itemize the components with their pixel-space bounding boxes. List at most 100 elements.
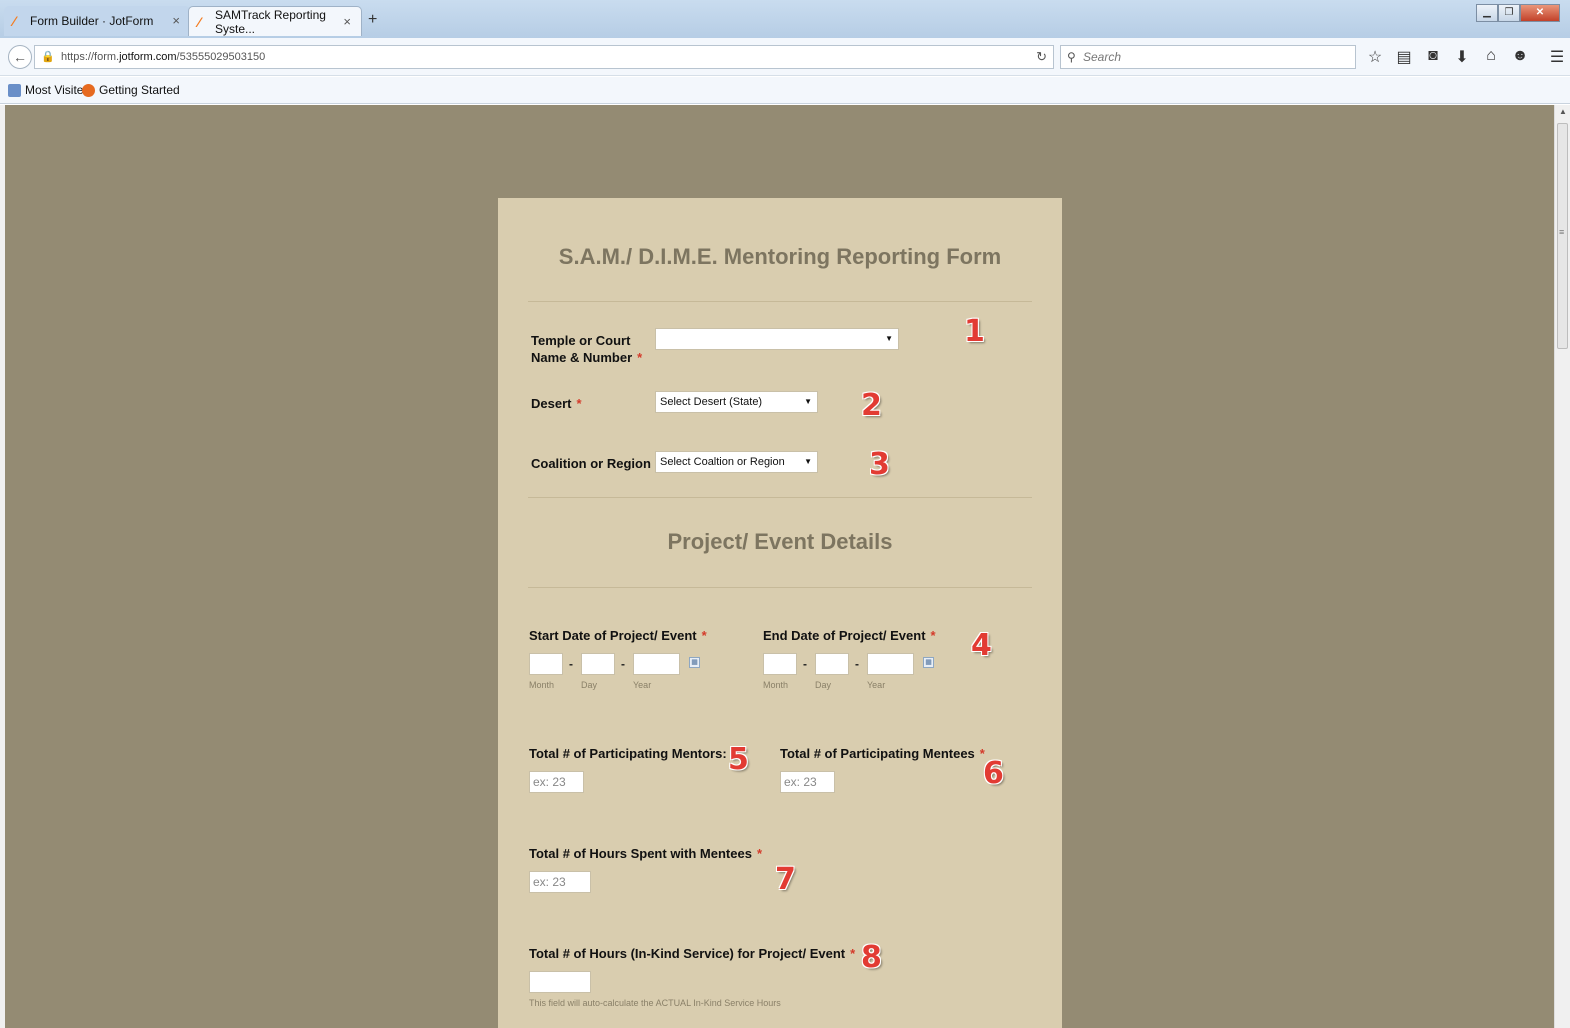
required-mark: * xyxy=(637,350,643,365)
required-mark: * xyxy=(576,396,582,411)
close-window-icon[interactable]: ✕ xyxy=(1520,4,1560,22)
annotation-number: 3 xyxy=(869,447,890,482)
calendar-icon[interactable]: ▦ xyxy=(689,657,700,668)
folder-icon xyxy=(8,83,21,97)
temple-label-line1: Temple or Court xyxy=(531,333,631,348)
hours-placeholder: ex: 23 xyxy=(533,875,566,889)
date-separator: - xyxy=(569,657,573,671)
vertical-scrollbar[interactable]: ▲ ≡ xyxy=(1554,105,1570,1028)
restore-icon[interactable]: ❐ xyxy=(1498,4,1520,22)
annotation-number: 7 xyxy=(775,862,796,897)
required-mark: * xyxy=(850,946,856,961)
bookmark-getting-started[interactable]: Getting Started xyxy=(82,83,180,97)
temple-label-line2: Name & Number xyxy=(531,350,633,365)
pocket-icon[interactable]: ◙ xyxy=(1424,47,1442,67)
toolbar-icons: ☆ ▤ ◙ ⬇ ⌂ ☻ ☰ xyxy=(1366,47,1566,67)
search-input[interactable]: ⚲ Search xyxy=(1060,45,1356,69)
mentees-label-text: Total # of Participating Mentees xyxy=(780,746,975,761)
mentors-label-text: Total # of Participating Mentors: xyxy=(529,746,727,761)
start-day-input[interactable] xyxy=(581,653,615,675)
end-date-label: End Date of Project/ Event * xyxy=(763,627,936,644)
jotform-icon: ⁄ xyxy=(13,13,16,29)
inkind-help-text: This field will auto-calculate the ACTUA… xyxy=(529,998,781,1008)
day-sublabel: Day xyxy=(581,680,598,690)
annotation-number: 4 xyxy=(971,628,992,663)
end-date-label-text: End Date of Project/ Event xyxy=(763,628,926,643)
year-sublabel: Year xyxy=(867,680,886,690)
year-sublabel: Year xyxy=(633,680,652,690)
bookmark-most-visited[interactable]: Most Visited xyxy=(8,83,90,97)
inkind-label-text: Total # of Hours (In-Kind Service) for P… xyxy=(529,946,846,961)
reload-icon[interactable]: ↻ xyxy=(1036,46,1047,68)
required-mark: * xyxy=(701,628,707,643)
required-mark: * xyxy=(930,628,936,643)
tab-label: SAMTrack Reporting Syste... xyxy=(215,7,326,36)
firefox-icon xyxy=(82,83,95,97)
home-icon[interactable]: ⌂ xyxy=(1482,47,1500,67)
reading-list-icon[interactable]: ▤ xyxy=(1395,47,1413,67)
window-controls: ▁ ❐ ✕ xyxy=(1476,4,1560,22)
coalition-select-value: Select Coaltion or Region xyxy=(660,456,785,468)
start-date-label-text: Start Date of Project/ Event xyxy=(529,628,697,643)
search-placeholder: Search xyxy=(1083,50,1122,64)
temple-select[interactable]: ▼ xyxy=(655,328,899,350)
divider xyxy=(528,301,1032,302)
start-year-input[interactable] xyxy=(633,653,680,675)
annotation-number: 5 xyxy=(728,742,749,777)
coalition-label: Coalition or Region* xyxy=(531,455,661,472)
month-sublabel: Month xyxy=(529,680,555,690)
desert-select-value: Select Desert (State) xyxy=(660,396,763,408)
dropdown-arrow-icon: ▼ xyxy=(804,397,812,406)
mentees-placeholder: ex: 23 xyxy=(784,775,817,789)
hours-label-text: Total # of Hours Spent with Mentees xyxy=(529,846,752,861)
end-year-input[interactable] xyxy=(867,653,914,675)
jotform-icon: ⁄ xyxy=(198,14,201,30)
day-sublabel: Day xyxy=(815,680,832,690)
hours-label: Total # of Hours Spent with Mentees * xyxy=(529,845,762,862)
desert-select[interactable]: Select Desert (State) ▼ xyxy=(655,391,818,413)
mentors-input[interactable]: ex: 23 xyxy=(529,771,584,793)
temple-label: Temple or Court Name & Number * xyxy=(531,332,642,366)
back-arrow-icon[interactable]: ← xyxy=(8,45,32,69)
hours-input[interactable]: ex: 23 xyxy=(529,871,591,893)
tab-form-builder[interactable]: ⁄ Form Builder · JotForm × xyxy=(4,6,190,36)
chat-icon[interactable]: ☻ xyxy=(1511,47,1529,67)
coalition-select[interactable]: Select Coaltion or Region ▼ xyxy=(655,451,818,473)
bookmark-star-icon[interactable]: ☆ xyxy=(1366,47,1384,67)
menu-icon[interactable]: ☰ xyxy=(1548,47,1566,67)
scroll-up-icon[interactable]: ▲ xyxy=(1559,107,1567,116)
tab-samtrack[interactable]: ⁄ SAMTrack Reporting Syste... × xyxy=(188,6,362,36)
end-day-input[interactable] xyxy=(815,653,849,675)
section-title: Project/ Event Details xyxy=(667,529,893,554)
tab-label: Form Builder · JotForm xyxy=(30,14,154,28)
lock-icon: 🔒 xyxy=(41,51,55,63)
start-date-label: Start Date of Project/ Event * xyxy=(529,627,707,644)
close-icon[interactable]: × xyxy=(172,13,180,28)
url-path: /53555029503150 xyxy=(176,51,266,63)
divider xyxy=(528,497,1032,498)
end-month-input[interactable] xyxy=(763,653,797,675)
close-icon[interactable]: × xyxy=(343,14,351,29)
date-separator: - xyxy=(803,657,807,671)
start-month-input[interactable] xyxy=(529,653,563,675)
required-mark: * xyxy=(756,846,763,861)
mentees-input[interactable]: ex: 23 xyxy=(780,771,835,793)
navigation-bar: ← 🔒 https://form.jotform.com/53555029503… xyxy=(0,38,1570,76)
download-icon[interactable]: ⬇ xyxy=(1453,47,1471,67)
scroll-grip-icon: ≡ xyxy=(1559,227,1565,237)
mentees-label: Total # of Participating Mentees * xyxy=(780,745,985,762)
url-prefix: https://form. xyxy=(61,51,120,63)
minimize-icon[interactable]: ▁ xyxy=(1476,4,1498,22)
new-tab-icon[interactable]: + xyxy=(368,11,377,29)
dropdown-arrow-icon: ▼ xyxy=(804,457,812,466)
address-bar[interactable]: 🔒 https://form.jotform.com/5355502950315… xyxy=(34,45,1054,69)
bookmark-label: Getting Started xyxy=(99,83,180,97)
date-separator: - xyxy=(855,657,859,671)
bookmark-label: Most Visited xyxy=(25,83,91,97)
coalition-label-text: Coalition or Region xyxy=(531,456,651,471)
url-domain: jotform.com xyxy=(119,51,177,63)
annotation-number: 1 xyxy=(964,314,985,349)
calendar-icon[interactable]: ▦ xyxy=(923,657,934,668)
inkind-input[interactable] xyxy=(529,971,591,993)
search-icon: ⚲ xyxy=(1067,50,1076,64)
